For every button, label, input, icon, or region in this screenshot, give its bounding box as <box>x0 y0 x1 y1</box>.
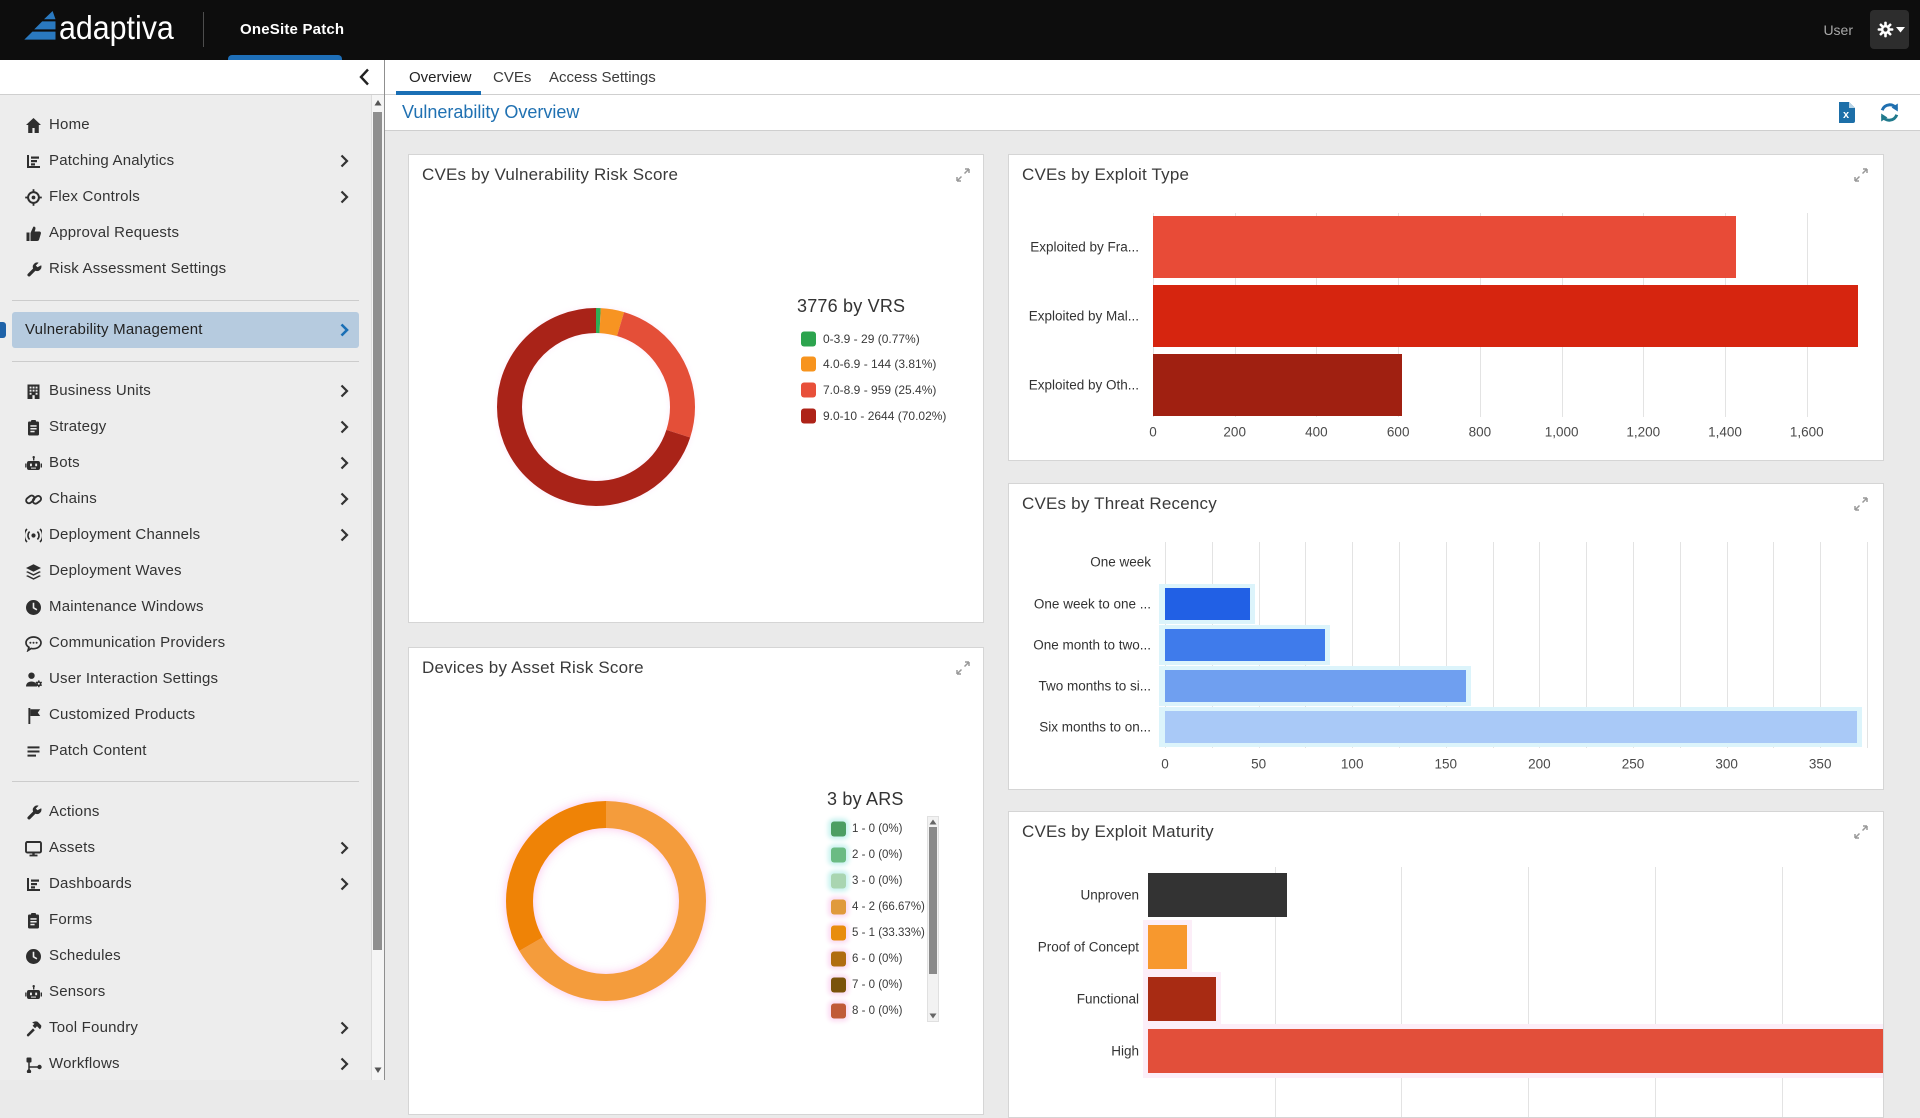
svg-text:x: x <box>1843 109 1850 121</box>
